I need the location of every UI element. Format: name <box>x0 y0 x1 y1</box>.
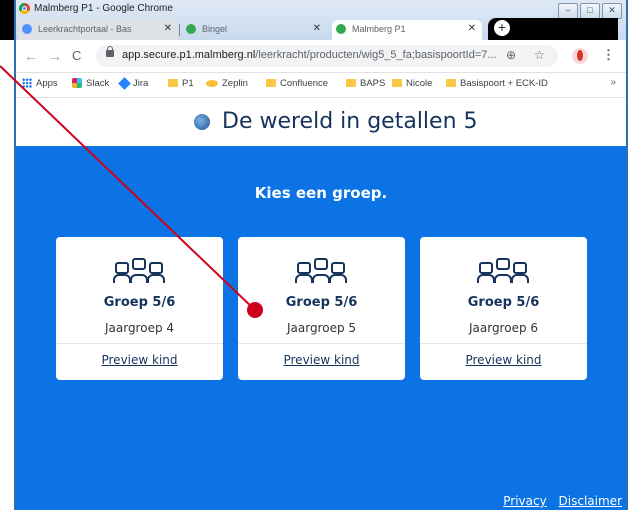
tab-close-icon[interactable]: ✕ <box>468 20 476 38</box>
bookmark-confluence[interactable]: Confluence <box>266 78 328 89</box>
tab-close-icon[interactable]: ✕ <box>164 20 172 38</box>
tab-leerkrachtportaal[interactable]: Leerkrachtportaal - Bas ✕ <box>18 20 178 40</box>
group-card[interactable]: Groep 5/6 Jaargroep 4 Preview kind <box>56 237 223 380</box>
tab-separator <box>179 24 180 36</box>
folder-icon <box>446 79 456 88</box>
bookmarks-bar: Apps Slack Jira P1 Zeplin Confluence BAP… <box>16 73 626 98</box>
group-card[interactable]: Groep 5/6 Jaargroep 6 Preview kind <box>420 237 587 380</box>
disclaimer-link[interactable]: Disclaimer <box>559 494 622 508</box>
tab-favicon <box>336 24 346 34</box>
folder-icon <box>346 79 356 88</box>
bookmark-slack[interactable]: Slack <box>72 78 109 89</box>
window-title: Malmberg P1 - Google Chrome <box>34 3 173 14</box>
forward-icon[interactable]: → <box>48 48 62 64</box>
group-people-icon <box>113 258 165 283</box>
zeplin-icon <box>206 79 218 87</box>
preview-kind-link[interactable]: Preview kind <box>56 353 223 367</box>
card-divider <box>420 343 587 344</box>
grade-label: Jaargroep 5 <box>286 321 357 335</box>
group-name: Groep 5/6 <box>285 295 358 310</box>
app-header: De wereld in getallen 5 <box>16 98 626 146</box>
preview-kind-link[interactable]: Preview kind <box>420 353 587 367</box>
globe-logo-icon <box>194 114 210 130</box>
preview-kind-link[interactable]: Preview kind <box>238 353 405 367</box>
bookmark-label: P1 <box>182 78 194 89</box>
card-divider <box>56 343 223 344</box>
slack-icon <box>72 78 82 89</box>
page-title: De wereld in getallen 5 <box>222 109 478 134</box>
browser-toolbar: ← → C app.secure.p1.malmberg.nl/leerkrac… <box>16 40 626 73</box>
bookmark-p1[interactable]: P1 <box>168 78 194 89</box>
bookmark-label: Slack <box>86 78 110 89</box>
url-domain: app.secure.p1.malmberg.nl <box>122 49 256 61</box>
folder-icon <box>392 79 402 88</box>
footer-links: Privacy Disclaimer <box>495 494 622 508</box>
bookmarks-overflow-icon[interactable]: » <box>610 77 616 88</box>
chrome-menu-icon[interactable]: ⋮ <box>602 47 615 63</box>
bookmark-label: Jira <box>133 78 149 89</box>
back-icon[interactable]: ← <box>24 48 38 64</box>
folder-icon <box>168 79 178 88</box>
bookmark-label: BAPS <box>360 78 386 89</box>
bookmark-baps[interactable]: BAPS <box>346 78 385 89</box>
zoom-icon[interactable]: ⊕ <box>506 48 516 62</box>
tab-favicon <box>22 24 32 34</box>
bookmark-label: Confluence <box>280 78 329 89</box>
group-name: Groep 5/6 <box>103 295 176 310</box>
url-path: /leerkracht/producten/wig5_5_fa;basispoo… <box>255 49 497 61</box>
address-bar[interactable]: app.secure.p1.malmberg.nl/leerkracht/pro… <box>96 45 558 67</box>
browser-window: Malmberg P1 - Google Chrome – □ ✕ Leerkr… <box>14 0 628 510</box>
bookmark-label: Apps <box>36 78 58 89</box>
bookmark-label: Zeplin <box>222 78 248 89</box>
bookmark-basispoort[interactable]: Basispoort + ECK-ID <box>446 78 548 89</box>
url-text: app.secure.p1.malmberg.nl/leerkracht/pro… <box>122 49 497 61</box>
bookmark-label: Basispoort + ECK-ID <box>460 78 548 89</box>
tab-malmberg-p1[interactable]: Malmberg P1 ✕ <box>332 20 482 40</box>
group-people-icon <box>295 258 347 283</box>
bookmark-apps[interactable]: Apps <box>22 78 58 89</box>
jira-icon <box>118 77 131 90</box>
privacy-link[interactable]: Privacy <box>503 494 546 508</box>
group-selection-panel: Kies een groep. Groep 5/6 Jaargroep 4 Pr… <box>16 146 626 510</box>
bookmark-star-icon[interactable]: ☆ <box>534 48 545 62</box>
bookmark-zeplin[interactable]: Zeplin <box>206 78 248 89</box>
folder-icon <box>266 79 276 88</box>
tab-favicon <box>186 24 196 34</box>
card-divider <box>238 343 405 344</box>
profile-avatar[interactable] <box>572 48 588 64</box>
reload-icon[interactable]: C <box>72 48 81 63</box>
bookmark-label: Nicole <box>406 78 433 89</box>
choose-group-heading: Kies een groep. <box>254 184 388 202</box>
new-tab-button[interactable]: + <box>494 20 510 36</box>
grade-label: Jaargroep 6 <box>468 321 539 335</box>
grade-label: Jaargroep 4 <box>104 321 175 335</box>
chrome-icon <box>19 3 30 14</box>
tab-close-icon[interactable]: ✕ <box>313 20 321 38</box>
tab-label: Malmberg P1 <box>352 24 406 34</box>
apps-icon <box>22 78 32 89</box>
group-name: Groep 5/6 <box>467 295 540 310</box>
tab-bingel[interactable]: Bingel ✕ <box>182 20 327 40</box>
group-card[interactable]: Groep 5/6 Jaargroep 5 Preview kind <box>238 237 405 380</box>
lock-icon <box>106 46 114 57</box>
bookmark-nicole[interactable]: Nicole <box>392 78 432 89</box>
group-people-icon <box>477 258 529 283</box>
tab-label: Bingel <box>202 24 228 34</box>
bookmark-jira[interactable]: Jira <box>118 77 149 90</box>
tab-label: Leerkrachtportaal - Bas <box>38 24 132 34</box>
